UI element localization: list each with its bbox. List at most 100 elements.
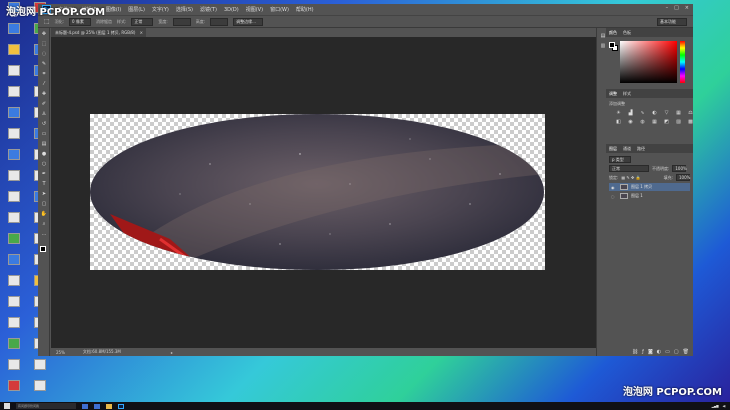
desktop-icon[interactable] bbox=[2, 149, 26, 169]
workspace-select[interactable]: 基本功能 bbox=[657, 18, 687, 26]
path-select-icon[interactable]: ➤ bbox=[40, 190, 48, 197]
blur-icon[interactable]: ● bbox=[40, 150, 48, 157]
menu-image[interactable]: 图像(I) bbox=[106, 6, 121, 13]
tab-layers[interactable]: 图层 bbox=[609, 146, 617, 152]
desktop-icon[interactable] bbox=[2, 338, 26, 358]
opacity-input[interactable]: 100% bbox=[672, 165, 687, 172]
healing-brush-icon[interactable]: ✚ bbox=[40, 90, 48, 97]
desktop-icon[interactable] bbox=[2, 128, 26, 148]
layer-row[interactable]: ◌ 图层 1 bbox=[609, 192, 690, 200]
desktop-icon[interactable] bbox=[2, 170, 26, 190]
photoshop-taskbar-icon[interactable] bbox=[118, 403, 124, 409]
layer-name[interactable]: 图层 1 bbox=[631, 193, 643, 199]
invert-icon[interactable]: ◩ bbox=[663, 119, 670, 125]
marquee-tool-icon[interactable]: ⬚ bbox=[40, 40, 48, 47]
desktop-icon[interactable] bbox=[2, 275, 26, 295]
trash-icon[interactable]: 🗑 bbox=[683, 349, 689, 355]
gradient-icon[interactable]: ▤ bbox=[40, 140, 48, 147]
mask-icon[interactable]: ◙ bbox=[648, 349, 653, 355]
desktop-icon[interactable] bbox=[2, 233, 26, 253]
volume-icon[interactable]: ◀) bbox=[723, 404, 726, 408]
foreground-color-swatch[interactable] bbox=[40, 246, 46, 252]
desktop-icon[interactable] bbox=[2, 191, 26, 211]
minimize-icon[interactable]: – bbox=[666, 5, 669, 11]
eraser-icon[interactable]: ▭ bbox=[40, 130, 48, 137]
desktop-icon[interactable] bbox=[2, 23, 26, 43]
search-input[interactable]: 有问题尽管问我 bbox=[16, 403, 76, 409]
canvas-area[interactable] bbox=[51, 37, 596, 348]
menu-filter[interactable]: 滤镜(T) bbox=[200, 6, 217, 13]
shape-tool-icon[interactable]: ▢ bbox=[40, 200, 48, 207]
fill-input[interactable]: 100% bbox=[676, 174, 690, 181]
desktop-icon[interactable] bbox=[28, 380, 52, 400]
layer-name[interactable]: 图层 1 拷贝 bbox=[631, 184, 652, 190]
desktop-icon[interactable] bbox=[2, 359, 26, 379]
posterize-icon[interactable]: ▨ bbox=[675, 119, 682, 125]
hand-tool-icon[interactable]: ✋ bbox=[40, 210, 48, 217]
brightness-icon[interactable]: ☀ bbox=[615, 110, 622, 116]
height-input[interactable] bbox=[210, 17, 229, 26]
menu-help[interactable]: 帮助(H) bbox=[296, 6, 314, 13]
refine-edge-button[interactable]: 调整边缘... bbox=[233, 17, 264, 26]
crop-tool-icon[interactable]: ⌗ bbox=[40, 70, 48, 77]
desktop-icon[interactable] bbox=[2, 107, 26, 127]
eye-icon[interactable]: ◉ bbox=[611, 185, 617, 190]
quick-select-icon[interactable]: ✎ bbox=[40, 60, 48, 67]
status-menu-icon[interactable]: ▸ bbox=[171, 350, 173, 355]
browser-icon[interactable] bbox=[94, 403, 100, 409]
type-tool-icon[interactable]: T bbox=[40, 180, 48, 187]
lasso-tool-icon[interactable]: ◌ bbox=[40, 50, 48, 57]
tab-color[interactable]: 颜色 bbox=[609, 30, 617, 36]
feather-input[interactable]: 0 像素 bbox=[69, 17, 92, 26]
style-select[interactable]: 正常 bbox=[131, 17, 154, 26]
menu-select[interactable]: 选择(S) bbox=[176, 6, 193, 13]
menu-view[interactable]: 视图(V) bbox=[246, 6, 263, 13]
foreground-color-chip[interactable] bbox=[609, 42, 615, 48]
desktop-icon[interactable] bbox=[28, 359, 52, 379]
eye-icon[interactable]: ◌ bbox=[611, 194, 617, 199]
task-view-icon[interactable] bbox=[82, 403, 88, 409]
width-input[interactable] bbox=[172, 17, 191, 26]
blend-mode-select[interactable]: 正常 bbox=[609, 165, 649, 172]
close-icon[interactable]: × bbox=[685, 5, 689, 11]
tab-adjustments[interactable]: 调整 bbox=[609, 91, 617, 97]
levels-icon[interactable]: ▟ bbox=[627, 110, 634, 116]
menu-layer[interactable]: 图层(L) bbox=[128, 6, 145, 13]
marquee-tool-icon[interactable]: ⬚ bbox=[44, 18, 50, 25]
menu-3d[interactable]: 3D(D) bbox=[224, 7, 239, 13]
lookup-icon[interactable]: ▦ bbox=[651, 119, 658, 125]
network-icon[interactable]: ▂▄▆ bbox=[712, 404, 719, 408]
zoom-tool-icon[interactable]: ⌕ bbox=[40, 220, 48, 227]
antialias-checkbox[interactable]: 消除锯齿 bbox=[96, 19, 112, 25]
color-picker-field[interactable] bbox=[620, 41, 677, 83]
color-balance-icon[interactable]: ⚖ bbox=[687, 110, 694, 116]
threshold-icon[interactable]: ▩ bbox=[687, 119, 694, 125]
desktop-icon[interactable] bbox=[2, 44, 26, 64]
desktop-icon[interactable] bbox=[2, 317, 26, 337]
desktop-icon[interactable] bbox=[2, 212, 26, 232]
eyedropper-icon[interactable]: ⁄ bbox=[40, 80, 48, 87]
channel-mixer-icon[interactable]: ◍ bbox=[639, 119, 646, 125]
folder-icon[interactable]: ▭ bbox=[665, 349, 670, 355]
clone-stamp-icon[interactable]: ♙ bbox=[40, 110, 48, 117]
maximize-icon[interactable]: □ bbox=[674, 5, 679, 11]
desktop-icon[interactable] bbox=[2, 86, 26, 106]
close-tab-icon[interactable]: × bbox=[140, 30, 143, 35]
desktop-icon[interactable] bbox=[2, 296, 26, 316]
link-icon[interactable]: ⛓ bbox=[632, 349, 638, 355]
lock-icons[interactable]: ▦ ✎ ✥ 🔒 bbox=[621, 175, 640, 180]
document-canvas[interactable] bbox=[90, 114, 545, 270]
fx-icon[interactable]: ƒ bbox=[642, 349, 644, 355]
curves-icon[interactable]: ∿ bbox=[639, 110, 646, 116]
brush-tool-icon[interactable]: ✐ bbox=[40, 100, 48, 107]
menu-window[interactable]: 窗口(W) bbox=[270, 6, 289, 13]
zoom-level[interactable]: 25% bbox=[56, 350, 65, 355]
desktop-icon[interactable] bbox=[2, 254, 26, 274]
hue-sat-icon[interactable]: ▦ bbox=[675, 110, 682, 116]
more-tools-icon[interactable]: … bbox=[40, 230, 48, 237]
black-white-icon[interactable]: ◧ bbox=[615, 119, 622, 125]
move-tool-icon[interactable]: ✥ bbox=[40, 30, 48, 37]
pen-tool-icon[interactable]: ✒ bbox=[40, 170, 48, 177]
menu-type[interactable]: 文字(Y) bbox=[152, 6, 169, 13]
desktop-icon[interactable] bbox=[2, 380, 26, 400]
